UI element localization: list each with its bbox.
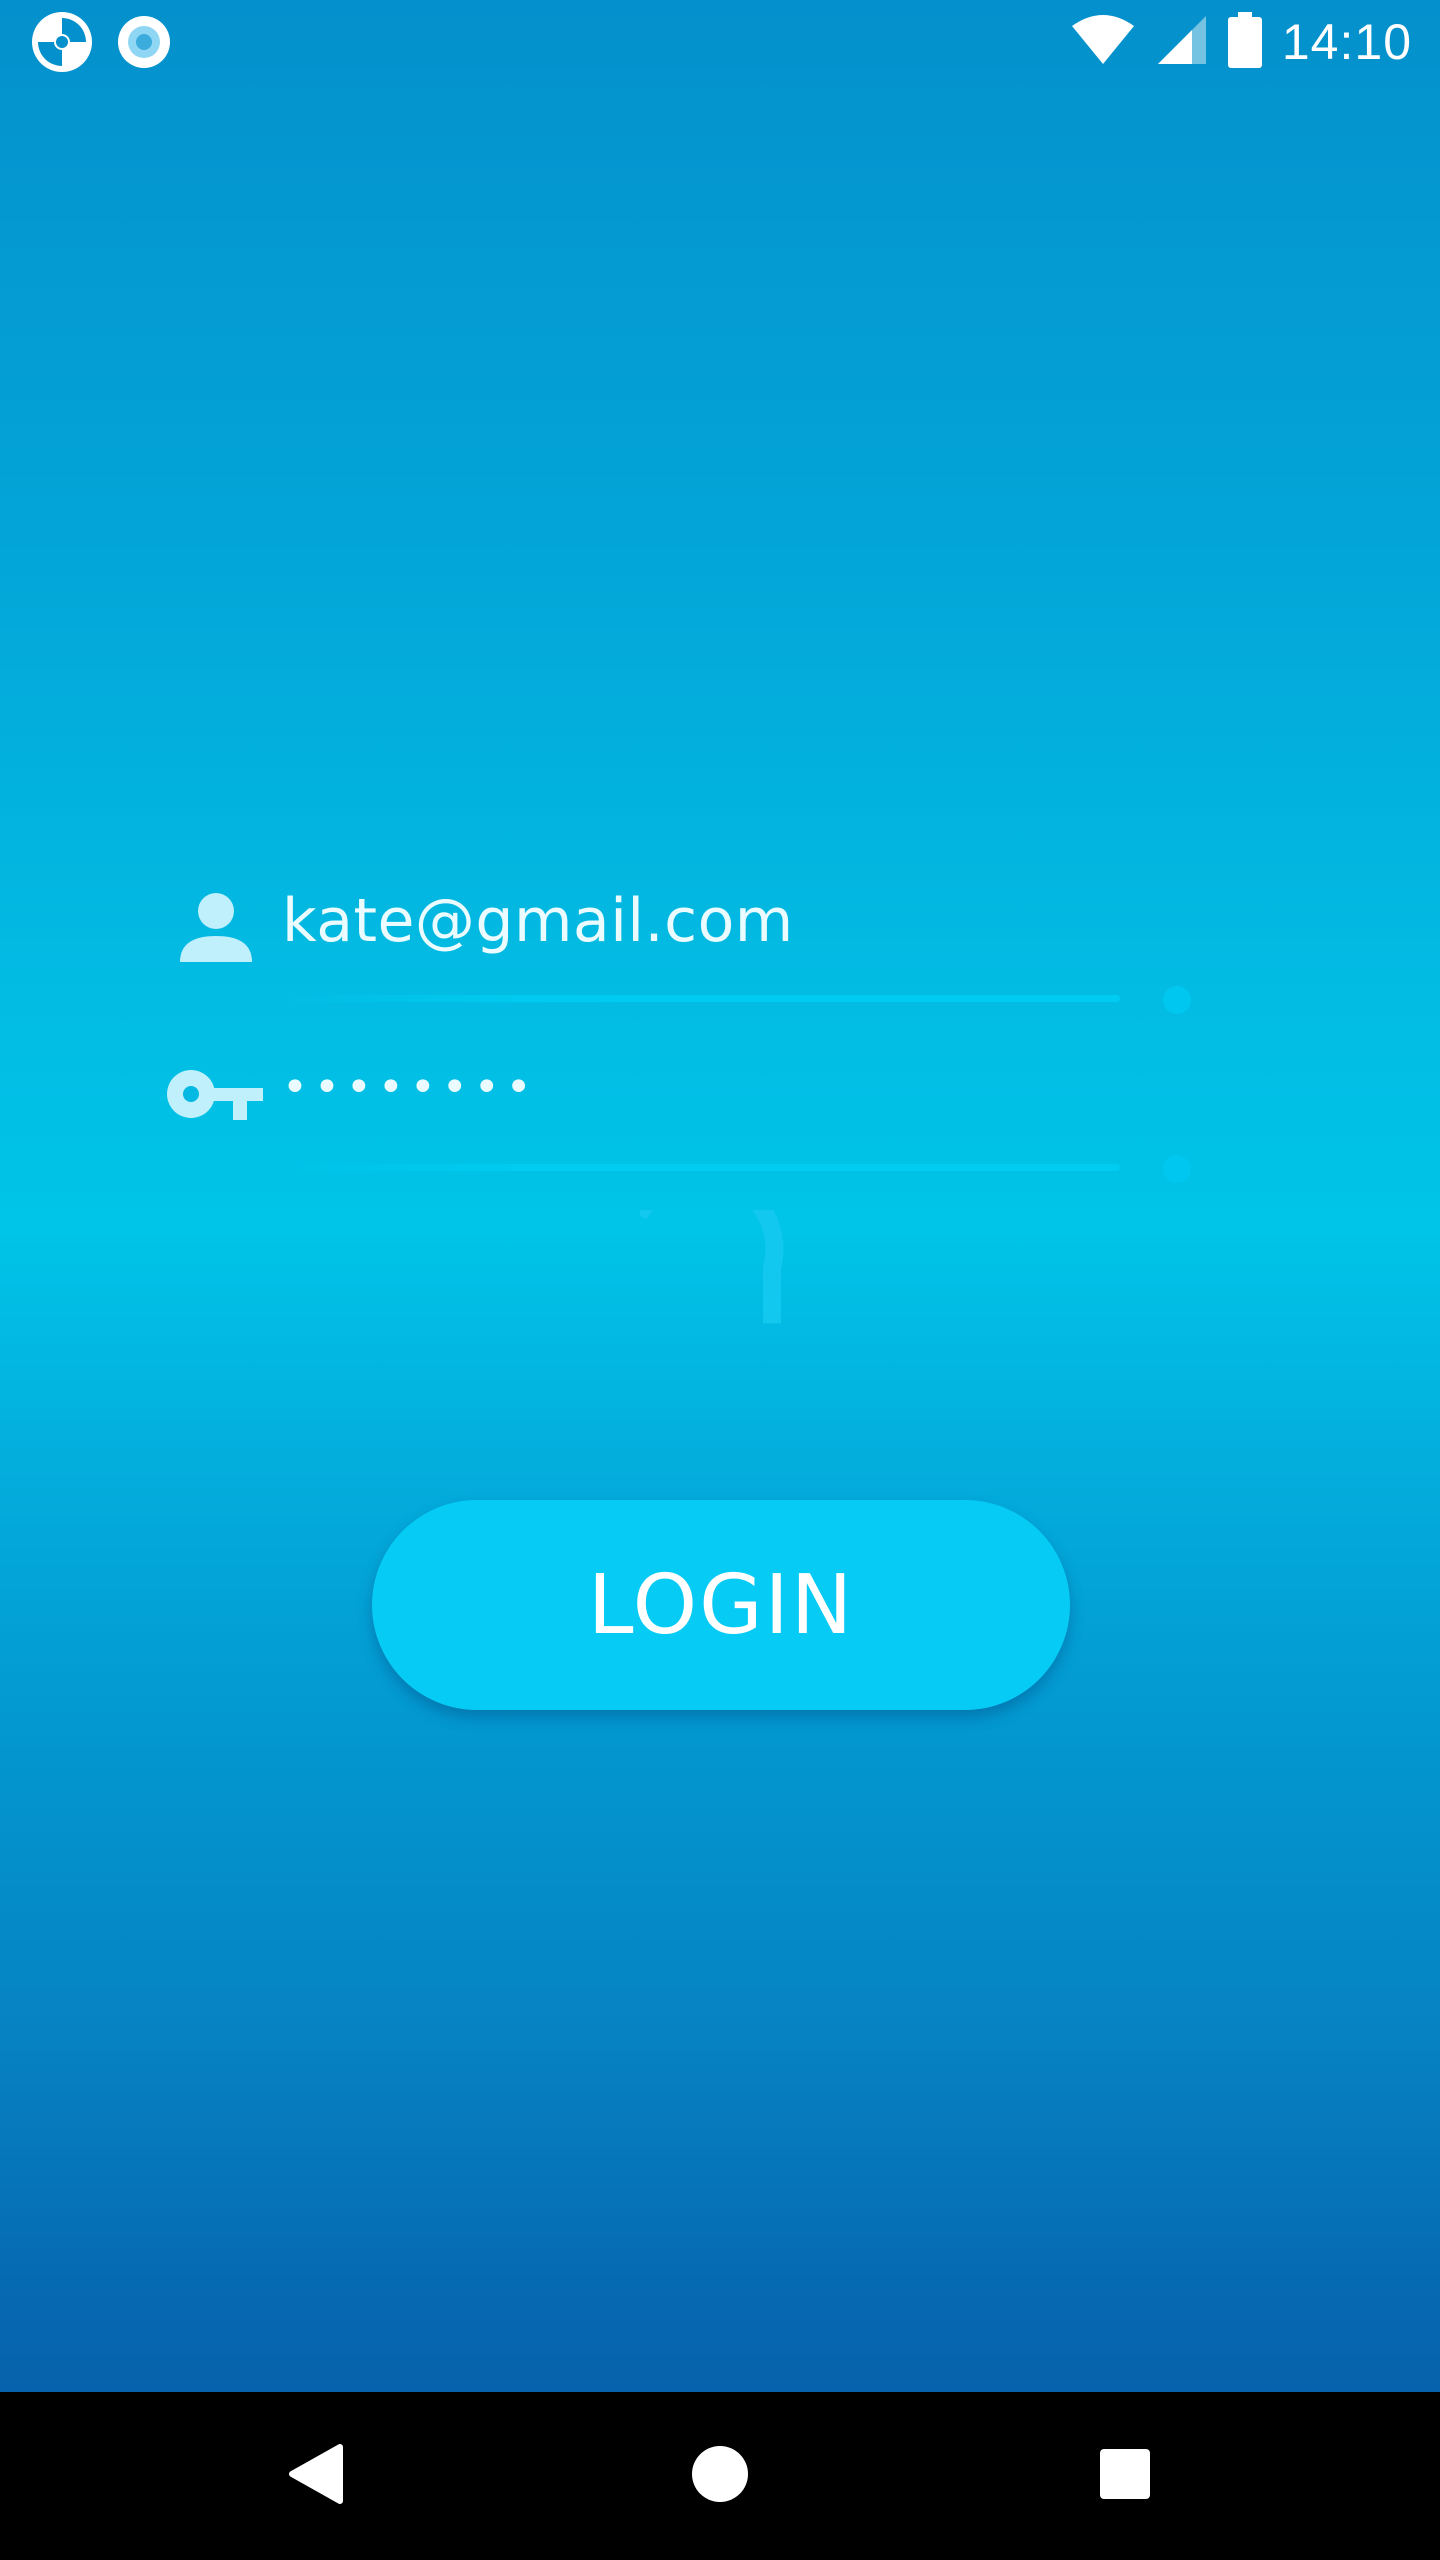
home-button[interactable]: [620, 2392, 820, 2560]
home-icon: [690, 2444, 750, 2508]
spinner-icon: [630, 1167, 840, 1370]
back-icon: [288, 2443, 344, 2509]
person-icon: [178, 890, 254, 970]
navigation-bar: [0, 2392, 1440, 2560]
back-button[interactable]: [216, 2392, 416, 2560]
email-input[interactable]: kate@gmail.com: [282, 886, 794, 956]
email-underline: [280, 995, 1120, 1002]
password-underline: [280, 1164, 1120, 1171]
password-underline-dot: [1163, 1155, 1191, 1183]
login-button[interactable]: LOGIN: [372, 1500, 1070, 1710]
email-underline-dot: [1163, 986, 1191, 1014]
password-field[interactable]: ••••••••: [160, 1040, 1220, 1190]
recents-button[interactable]: [1025, 2392, 1225, 2560]
password-input[interactable]: ••••••••: [282, 1062, 538, 1113]
recents-icon: [1098, 2447, 1152, 2505]
login-form: kate@gmail.com •••••••• LOGIN: [0, 0, 1440, 2560]
key-icon: [165, 1068, 265, 1132]
email-field[interactable]: kate@gmail.com: [160, 870, 1220, 1020]
